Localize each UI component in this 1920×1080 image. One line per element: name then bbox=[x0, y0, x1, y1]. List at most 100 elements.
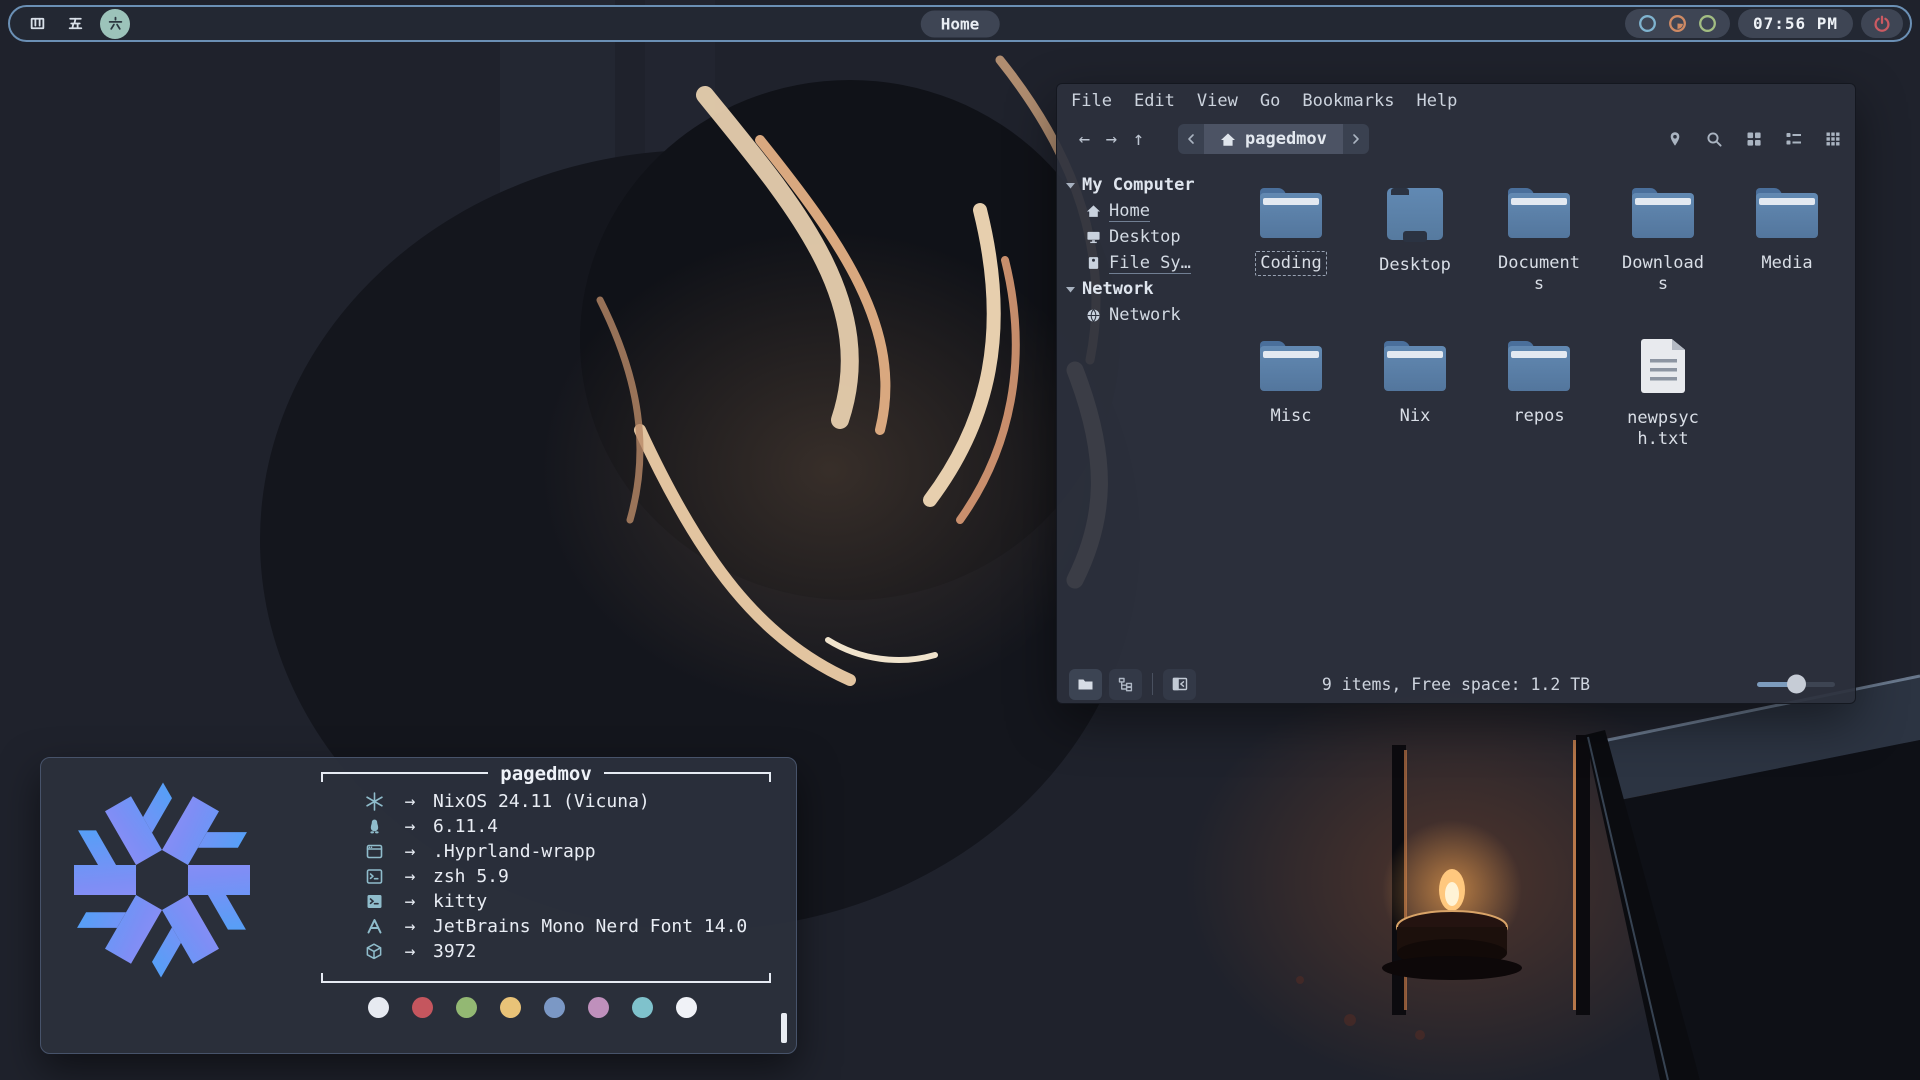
file-label: Media bbox=[1756, 251, 1817, 276]
places-pane-toggle[interactable] bbox=[1069, 669, 1102, 700]
expander-triangle-icon bbox=[1066, 182, 1075, 189]
location-pin-icon[interactable] bbox=[1667, 131, 1683, 148]
desktop-folder-icon bbox=[1387, 188, 1443, 240]
orange-pie-icon[interactable] bbox=[1667, 13, 1688, 34]
path-segment-home[interactable]: pagedmov bbox=[1204, 124, 1343, 154]
file-label: Coding bbox=[1255, 251, 1326, 276]
status-summary: 9 items, Free space: 1.2 TB bbox=[1322, 675, 1590, 694]
palette-dot bbox=[412, 997, 433, 1018]
sidebar-item-filesystem[interactable]: File Sy… bbox=[1057, 250, 1223, 276]
green-circle-icon[interactable] bbox=[1697, 13, 1718, 34]
clock[interactable]: 07:56 PM bbox=[1738, 9, 1853, 38]
file-manager-body: My Computer Home Desktop File Sy… bbox=[1057, 160, 1855, 665]
path-scroll-left[interactable] bbox=[1178, 124, 1204, 154]
file-item-downloads[interactable]: Downloads bbox=[1601, 188, 1725, 341]
compact-view-icon[interactable] bbox=[1825, 131, 1841, 147]
menu-edit[interactable]: Edit bbox=[1134, 91, 1175, 111]
fetch-value: 3972 bbox=[433, 941, 476, 962]
expander-triangle-icon bbox=[1066, 286, 1075, 293]
power-icon bbox=[1873, 15, 1891, 33]
sidebar: My Computer Home Desktop File Sy… bbox=[1057, 160, 1223, 665]
active-window-title[interactable]: Home bbox=[921, 10, 1000, 37]
teal-circle-icon[interactable] bbox=[1637, 13, 1658, 34]
file-item-repos[interactable]: repos bbox=[1477, 341, 1601, 494]
sidebar-item-label: Desktop bbox=[1109, 227, 1181, 247]
text-file-icon bbox=[1641, 339, 1685, 393]
system-tray[interactable] bbox=[1625, 9, 1730, 38]
linux-penguin-icon bbox=[366, 817, 383, 836]
fetch-value: .Hyprland-wrapp bbox=[433, 841, 596, 862]
forward-button[interactable]: → bbox=[1098, 125, 1125, 153]
up-button[interactable]: ↑ bbox=[1125, 125, 1152, 153]
back-button[interactable]: ← bbox=[1071, 125, 1098, 153]
icon-view-icon[interactable] bbox=[1746, 131, 1762, 147]
workspace-5[interactable] bbox=[62, 11, 88, 37]
filesystem-drive-icon bbox=[1086, 256, 1101, 270]
file-label: repos bbox=[1508, 404, 1569, 429]
path-bar: pagedmov bbox=[1178, 124, 1369, 154]
topbar-right: 07:56 PM bbox=[1625, 9, 1903, 38]
file-item-media[interactable]: Media bbox=[1725, 188, 1849, 341]
file-label: Downloads bbox=[1613, 251, 1713, 297]
terminal-scrollbar[interactable] bbox=[781, 1013, 787, 1043]
fetch-row-font: JetBrains Mono Nerd Font 14.0 bbox=[321, 914, 771, 939]
fastfetch-output: pagedmov NixOS 24.11 (Vicuna) 6.11.4 bbox=[321, 772, 771, 983]
power-button[interactable] bbox=[1861, 9, 1903, 38]
fetch-row-wm: .Hyprland-wrapp bbox=[321, 839, 771, 864]
path-scroll-right[interactable] bbox=[1343, 124, 1369, 154]
top-bar: Home 07:56 PM bbox=[8, 5, 1912, 42]
toolbar-view-icons bbox=[1667, 131, 1841, 148]
workspace-6-active[interactable] bbox=[100, 9, 130, 39]
fetch-rows: NixOS 24.11 (Vicuna) 6.11.4 .Hyprland-wr… bbox=[321, 789, 771, 964]
sidebar-item-network[interactable]: Network bbox=[1057, 302, 1223, 328]
sidebar-section-my-computer[interactable]: My Computer bbox=[1057, 172, 1223, 198]
shell-icon bbox=[365, 867, 384, 886]
sidebar-section-network[interactable]: Network bbox=[1057, 276, 1223, 302]
list-view-icon[interactable] bbox=[1785, 131, 1802, 147]
file-item-coding[interactable]: Coding bbox=[1229, 188, 1353, 341]
file-label: Misc bbox=[1266, 404, 1317, 429]
menu-help[interactable]: Help bbox=[1416, 91, 1457, 111]
folder-icon bbox=[1756, 188, 1818, 238]
cjk-six-glyph bbox=[107, 15, 124, 32]
fetch-value: NixOS 24.11 (Vicuna) bbox=[433, 791, 650, 812]
chevron-right-icon bbox=[1351, 133, 1361, 145]
palette-dot bbox=[676, 997, 697, 1018]
fetch-row-shell: zsh 5.9 bbox=[321, 864, 771, 889]
file-item-newpsych-txt[interactable]: newpsych.txt bbox=[1601, 341, 1725, 494]
sidebar-item-desktop[interactable]: Desktop bbox=[1057, 224, 1223, 250]
side-pane-toggle[interactable] bbox=[1163, 669, 1196, 700]
menu-bookmarks[interactable]: Bookmarks bbox=[1302, 91, 1394, 111]
cjk-four-glyph bbox=[29, 15, 46, 32]
arrow-icon bbox=[387, 891, 433, 912]
home-icon bbox=[1220, 132, 1236, 147]
hostname: pagedmov bbox=[488, 763, 604, 785]
menu-go[interactable]: Go bbox=[1260, 91, 1280, 111]
fetch-row-os: NixOS 24.11 (Vicuna) bbox=[321, 789, 771, 814]
palette-dot bbox=[632, 997, 653, 1018]
sidebar-section-label: My Computer bbox=[1082, 175, 1195, 195]
file-item-misc[interactable]: Misc bbox=[1229, 341, 1353, 494]
zoom-slider[interactable] bbox=[1757, 682, 1835, 687]
side-pane-icon bbox=[1172, 677, 1188, 691]
fetch-row-kernel: 6.11.4 bbox=[321, 814, 771, 839]
file-item-desktop[interactable]: Desktop bbox=[1353, 188, 1477, 341]
search-icon[interactable] bbox=[1706, 131, 1723, 148]
file-label: Desktop bbox=[1374, 253, 1456, 278]
file-item-documents[interactable]: Documents bbox=[1477, 188, 1601, 341]
menu-view[interactable]: View bbox=[1197, 91, 1238, 111]
sidebar-item-home[interactable]: Home bbox=[1057, 198, 1223, 224]
folder-icon bbox=[1260, 188, 1322, 238]
folder-pane-icon bbox=[1077, 677, 1094, 692]
menu-file[interactable]: File bbox=[1071, 91, 1112, 111]
workspace-4[interactable] bbox=[24, 11, 50, 37]
fetch-value: zsh 5.9 bbox=[433, 866, 509, 887]
palette-dot bbox=[588, 997, 609, 1018]
file-label: newpsych.txt bbox=[1613, 406, 1713, 452]
forward-arrow-icon: → bbox=[1106, 128, 1117, 150]
file-item-nix[interactable]: Nix bbox=[1353, 341, 1477, 494]
tree-pane-toggle[interactable] bbox=[1109, 669, 1142, 700]
terminal-color-palette bbox=[368, 997, 697, 1018]
home-icon bbox=[1086, 204, 1101, 218]
zoom-slider-handle[interactable] bbox=[1787, 675, 1806, 694]
